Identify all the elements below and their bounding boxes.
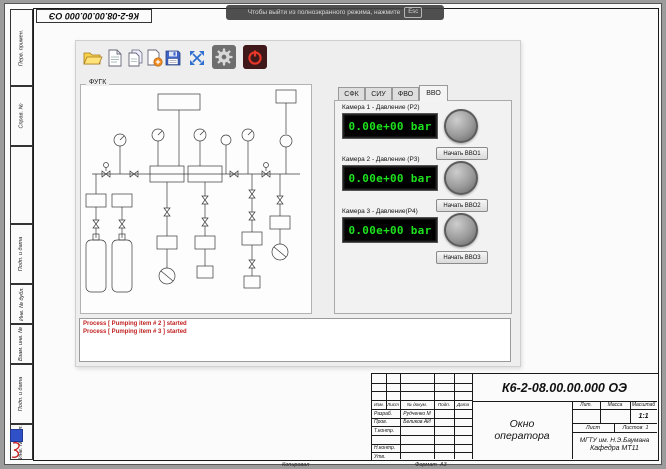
scale-value: 1:1 (630, 409, 657, 423)
knob-vvo2[interactable] (444, 161, 478, 195)
chamber3-label: Камера 3 - Давление(Р4) (342, 208, 418, 215)
add-page-glyph (146, 49, 163, 67)
margin-cell-perv-primen: Перв. примен. (10, 9, 33, 86)
rotated-doc-number: К6-2-08.00.00.000 ОЭ (49, 11, 139, 21)
new-document-glyph (107, 49, 123, 67)
corner-mark-red (8, 441, 28, 461)
tab-vvo[interactable]: ВВО (419, 85, 448, 101)
hdr-list: Лист (386, 400, 400, 409)
hdr-sign: Подп. (434, 400, 454, 409)
open-folder-icon[interactable] (82, 47, 104, 69)
rotated-doc-number-stamp: К6-2-08.00.00.000 ОЭ (36, 9, 152, 23)
fullscreen-icon[interactable] (186, 47, 208, 69)
process-log[interactable]: Process [ Pumping item # 2 ] started Pro… (79, 318, 511, 362)
power-icon[interactable] (243, 45, 267, 69)
knob-vvo3[interactable] (444, 213, 478, 247)
sheets-cell: Листов 1 (614, 423, 657, 432)
save-icon[interactable] (162, 47, 184, 69)
margin-label: Подп. и дата (19, 377, 25, 411)
margin-cell-empty (10, 146, 33, 224)
pressure-display-2: 0.00e+00 bar (342, 165, 438, 191)
sheets-label: Листов (622, 425, 642, 431)
schematic-groupbox-label: ФУГК (86, 79, 109, 86)
knob-vvo1[interactable] (444, 109, 478, 143)
margin-label: Перв. примен. (19, 29, 25, 66)
sheets-value: 1 (645, 425, 648, 431)
copied-label: Копировал (282, 462, 309, 468)
department-name: Кафедра МТ11 (590, 445, 639, 454)
tab-label: СФК (344, 91, 358, 98)
chamber1-label: Камера 1 - Давление (Р2) (342, 104, 420, 111)
margin-label: Инв. № дубл. (19, 287, 25, 321)
log-line: Process [ Pumping item # 2 ] started (83, 321, 507, 329)
margin-cell-podp-data-2: Подп. и дата (10, 364, 33, 424)
row-role: Утв. (372, 452, 400, 461)
row-role: Т.контр. (372, 426, 400, 435)
hdr-izm: Изм. (372, 400, 386, 409)
tab-label: ВВО (426, 90, 441, 97)
start-vvo1-button[interactable]: Начать ВВО1 (436, 147, 488, 160)
row-role: Разраб. (372, 409, 400, 418)
row-name: Рудченко М (400, 409, 434, 418)
fullscreen-tooltip: Чтобы выйти из полноэкранного режима, на… (226, 5, 444, 20)
format-label: Формат (415, 462, 437, 468)
format-cell: Формат А3 (415, 462, 447, 468)
row-name: Беликов АИ (400, 418, 434, 426)
fullscreen-glyph (188, 49, 206, 67)
fullscreen-tooltip-text: Чтобы выйти из полноэкранного режима, на… (248, 9, 400, 16)
esc-keycap: Esc (404, 7, 422, 18)
tab-sfk[interactable]: СФК (338, 87, 365, 101)
start-vvo2-button[interactable]: Начать ВВО2 (436, 199, 488, 212)
pressure-display-1: 0.00e+00 bar (342, 113, 438, 139)
mass-label: Масса (600, 401, 630, 409)
margin-label: Справ. № (19, 104, 25, 129)
new-document-icon[interactable] (104, 47, 126, 69)
scale-label: Масштаб (630, 401, 657, 409)
margin-cell-podp-data-1: Подп. и дата (10, 224, 33, 284)
tab-label: ФВО (398, 91, 413, 98)
hdr-doc: № докум. (400, 400, 434, 409)
margin-cell-inv-dubl: Инв. № дубл. (10, 284, 33, 324)
documents-glyph (127, 49, 144, 67)
row-role: Пров. (372, 418, 400, 426)
tab-siu[interactable]: СИУ (365, 87, 392, 101)
chamber2-label: Камера 2 - Давление (Р3) (342, 156, 420, 163)
tab-label: СИУ (371, 91, 386, 98)
open-folder-glyph (83, 50, 103, 66)
doc-number: К6-2-08.00.00.000 ОЭ (472, 374, 657, 401)
margin-cell-sprav: Справ. № (10, 86, 33, 146)
lit-label: Лит. (572, 401, 600, 409)
log-line: Process [ Pumping item # 3 ] started (83, 329, 507, 337)
doc-title: Окно оператора (472, 401, 572, 459)
margin-label: Подп. и дата (19, 237, 25, 271)
sheet-label: Лист (572, 423, 614, 432)
row-role: Н.контр. (372, 444, 400, 452)
margin-cell-vzam-inv: Взам. инв. № (10, 324, 33, 364)
organization-cell: МГТУ им. Н.Э.Баумана Кафедра МТ11 (572, 432, 657, 459)
start-vvo3-button[interactable]: Начать ВВО3 (436, 251, 488, 264)
settings-gear-icon[interactable] (212, 45, 236, 69)
title-block: К6-2-08.00.00.000 ОЭ Окно оператора Лит.… (371, 373, 659, 461)
save-glyph (164, 49, 182, 67)
piping-schematic-diagram (82, 88, 310, 310)
hdr-date: Дата (454, 400, 472, 409)
margin-label: Взам. инв. № (19, 327, 25, 361)
tab-fvo[interactable]: ФВО (392, 87, 419, 101)
power-glyph (245, 47, 265, 67)
pressure-display-3: 0.00e+00 bar (342, 217, 438, 243)
format-value: А3 (440, 462, 447, 468)
organization-name: МГТУ им. Н.Э.Баумана (580, 437, 650, 445)
doc-title-text: Окно оператора (492, 418, 552, 442)
gear-glyph (214, 47, 234, 67)
